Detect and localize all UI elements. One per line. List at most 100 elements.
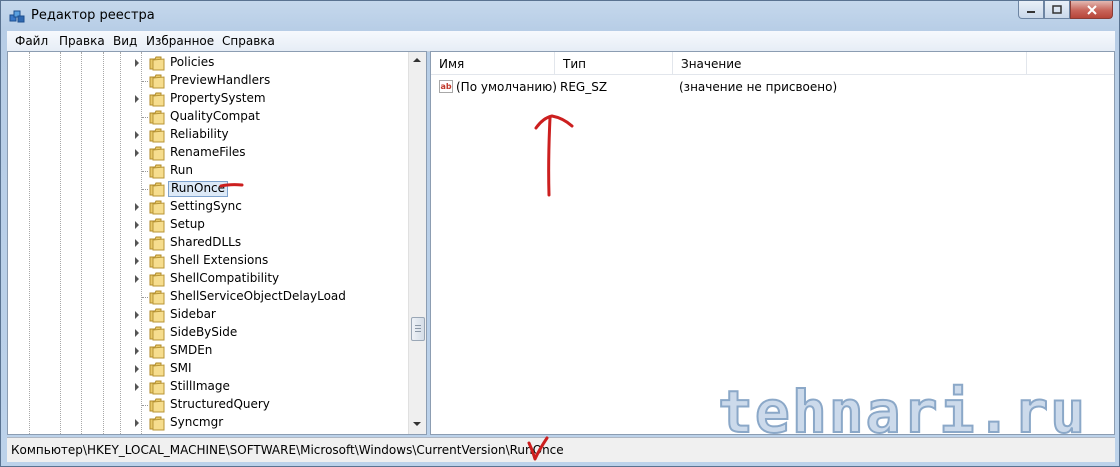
folder-icon xyxy=(149,200,165,215)
tree-item[interactable]: SideBySide xyxy=(8,324,408,342)
tree-item[interactable]: Syncmgr xyxy=(8,414,408,432)
tree-connector xyxy=(142,171,148,172)
expand-arrow-icon[interactable] xyxy=(135,131,139,139)
tree-connector xyxy=(142,297,148,298)
column-name-header[interactable]: Имя xyxy=(431,52,555,74)
title-bar[interactable]: Редактор реестра xyxy=(1,1,1119,31)
scroll-down-icon[interactable] xyxy=(413,422,421,426)
folder-icon xyxy=(149,290,165,305)
expand-arrow-icon[interactable] xyxy=(135,203,139,211)
tree-item[interactable]: QualityCompat xyxy=(8,108,408,126)
tree-item[interactable]: SettingSync xyxy=(8,198,408,216)
tree-item[interactable]: SMDEn xyxy=(8,342,408,360)
minimize-button[interactable] xyxy=(1018,1,1044,19)
tree-item-label: Syncmgr xyxy=(170,415,224,429)
menu-help[interactable]: Справка xyxy=(222,34,275,48)
expand-arrow-icon[interactable] xyxy=(135,257,139,265)
grip-line xyxy=(415,325,421,326)
folder-icon xyxy=(149,128,165,143)
folder-icon xyxy=(149,74,165,89)
folder-icon xyxy=(149,164,165,179)
window-controls xyxy=(1018,1,1113,21)
tree-item-label: Sidebar xyxy=(170,307,216,321)
key-tree-pane[interactable]: Policies PreviewHandlers PropertySystem Qua… xyxy=(7,51,427,435)
expand-arrow-icon[interactable] xyxy=(135,347,139,355)
folder-icon xyxy=(149,380,165,395)
tree-connector xyxy=(142,405,148,406)
grip-line xyxy=(415,328,421,329)
folder-icon xyxy=(149,146,165,161)
menu-bar: Файл Правка Вид Избранное Справка xyxy=(7,31,1115,52)
tree-item-label: StructuredQuery xyxy=(170,397,270,411)
expand-arrow-icon[interactable] xyxy=(135,59,139,67)
tree-connector xyxy=(142,189,148,190)
expand-arrow-icon[interactable] xyxy=(135,329,139,337)
menu-view[interactable]: Вид xyxy=(113,34,137,48)
tree-item[interactable]: StillImage xyxy=(8,378,408,396)
tree-item-label: SMDEn xyxy=(170,343,213,357)
tree-item-label: ShellCompatibility xyxy=(170,271,280,285)
tree-scrollbar[interactable] xyxy=(408,52,426,434)
tree-item-label: StillImage xyxy=(170,379,230,393)
expand-arrow-icon[interactable] xyxy=(135,383,139,391)
scroll-up-icon[interactable] xyxy=(413,58,421,62)
tree-item[interactable]: PropertySystem xyxy=(8,90,408,108)
expand-arrow-icon[interactable] xyxy=(135,239,139,247)
tree-item-label: Policies xyxy=(170,55,215,69)
column-type-header[interactable]: Тип xyxy=(555,52,673,74)
menu-file[interactable]: Файл xyxy=(15,34,48,48)
folder-icon xyxy=(149,254,165,269)
folder-icon xyxy=(149,56,165,71)
menu-favorites[interactable]: Избранное xyxy=(146,34,214,48)
column-type-label: Тип xyxy=(563,57,586,71)
tree-item-label: SideBySide xyxy=(170,325,238,339)
menu-edit[interactable]: Правка xyxy=(59,34,105,48)
tree-item[interactable]: PreviewHandlers xyxy=(8,72,408,90)
column-name-label: Имя xyxy=(439,57,465,71)
tree-item[interactable]: Setup xyxy=(8,216,408,234)
close-icon xyxy=(1086,4,1097,15)
tree-connector xyxy=(142,81,148,82)
tree-item[interactable]: RenameFiles xyxy=(8,144,408,162)
expand-arrow-icon[interactable] xyxy=(135,365,139,373)
expand-arrow-icon[interactable] xyxy=(135,419,139,427)
tree-item[interactable]: Sidebar xyxy=(8,306,408,324)
minimize-icon xyxy=(1027,10,1035,13)
close-button[interactable] xyxy=(1070,1,1113,19)
expand-arrow-icon[interactable] xyxy=(135,275,139,283)
expand-arrow-icon[interactable] xyxy=(135,221,139,229)
status-path: Компьютер\HKEY_LOCAL_MACHINE\SOFTWARE\Mi… xyxy=(11,443,564,457)
tree-item-label: RunOnce xyxy=(168,181,229,197)
folder-icon xyxy=(149,218,165,233)
tree-item-label: PropertySystem xyxy=(170,91,266,105)
maximize-button[interactable] xyxy=(1044,1,1070,19)
tree-item-label: RenameFiles xyxy=(170,145,246,159)
folder-icon xyxy=(149,236,165,251)
tree-item[interactable]: Policies xyxy=(8,54,408,72)
expand-arrow-icon[interactable] xyxy=(135,95,139,103)
tree-item[interactable]: SMI xyxy=(8,360,408,378)
tree-item[interactable]: Shell Extensions xyxy=(8,252,408,270)
tree-item[interactable]: ShellCompatibility xyxy=(8,270,408,288)
maximize-icon xyxy=(1052,5,1062,14)
tree-item[interactable]: Run xyxy=(8,162,408,180)
value-type: REG_SZ xyxy=(560,80,608,94)
tree-item[interactable]: ShellServiceObjectDelayLoad xyxy=(8,288,408,306)
tree-item-label: Setup xyxy=(170,217,205,231)
tree-item[interactable]: Reliability xyxy=(8,126,408,144)
tree-connector xyxy=(142,117,148,118)
value-row[interactable]: ab (По умолчанию) REG_SZ (значение не пр… xyxy=(431,78,1114,96)
tree-item[interactable]: RunOnce xyxy=(8,180,408,198)
value-name: (По умолчанию) xyxy=(456,80,557,94)
folder-icon xyxy=(149,326,165,341)
tree-item-label: QualityCompat xyxy=(170,109,260,123)
folder-icon xyxy=(149,182,165,197)
expand-arrow-icon[interactable] xyxy=(135,149,139,157)
column-data-header[interactable]: Значение xyxy=(673,52,1027,74)
tree-item-label: PreviewHandlers xyxy=(170,73,271,87)
tree-item-label: Shell Extensions xyxy=(170,253,269,267)
expand-arrow-icon[interactable] xyxy=(135,311,139,319)
tree-item[interactable]: StructuredQuery xyxy=(8,396,408,414)
scroll-thumb[interactable] xyxy=(411,317,425,341)
tree-item[interactable]: SharedDLLs xyxy=(8,234,408,252)
